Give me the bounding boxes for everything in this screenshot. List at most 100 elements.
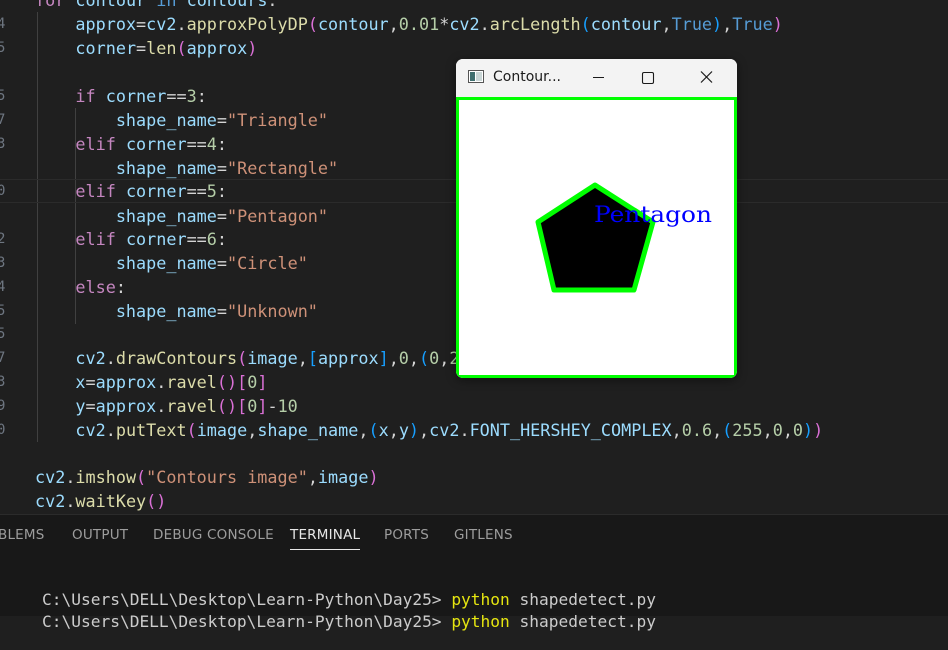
- code-line[interactable]: 5 corner=len(approx): [0, 36, 948, 60]
- code-token: ,: [297, 348, 308, 368]
- code-text: elif corner==6:: [35, 227, 227, 251]
- code-token: cv2: [75, 420, 106, 440]
- minimize-button[interactable]: [576, 59, 622, 97]
- code-token: ): [408, 420, 420, 440]
- code-token: cv2: [146, 14, 177, 34]
- code-token: (: [237, 348, 248, 368]
- code-token: putText: [115, 420, 187, 440]
- panel-tab-terminal[interactable]: TERMINAL: [290, 527, 361, 550]
- code-token: 0: [247, 372, 258, 392]
- line-number: 5: [0, 88, 6, 104]
- code-token: 0: [247, 396, 258, 416]
- line-number: 0: [0, 422, 6, 438]
- panel-tab-debug-console[interactable]: DEBUG CONSOLE: [153, 527, 274, 543]
- code-token: contour: [590, 14, 662, 34]
- panel-tab-gitlens[interactable]: GITLENS: [454, 527, 513, 543]
- code-text: approx=cv2.approxPolyDP(contour,0.01*cv2…: [35, 12, 782, 36]
- code-token: .: [65, 467, 76, 487]
- code-line[interactable]: for contour in contours:: [0, 0, 948, 12]
- code-line[interactable]: 0 cv2.putText(image,shape_name,(x,y),cv2…: [0, 418, 948, 442]
- window-titlebar[interactable]: Contour...: [456, 59, 737, 97]
- bottom-panel: BLEMS OUTPUT DEBUG CONSOLE TERMINAL PORTS GIT…: [0, 514, 948, 631]
- code-token: shape_name: [115, 206, 217, 226]
- code-line[interactable]: 4 approx=cv2.approxPolyDP(contour,0.01*c…: [0, 12, 948, 36]
- code-token: "Rectangle": [226, 158, 339, 178]
- code-line[interactable]: cv2.imshow("Contours image",image): [0, 465, 948, 489]
- panel-tab-output[interactable]: OUTPUT: [72, 527, 128, 543]
- line-number: 0: [0, 183, 6, 199]
- code-token: .: [105, 420, 116, 440]
- code-token: =: [136, 14, 147, 34]
- code-token: (): [146, 491, 167, 511]
- line-number: 4: [0, 279, 6, 295]
- code-token: (: [580, 14, 591, 34]
- pentagon-label: Pentagon: [594, 203, 712, 228]
- code-token: elif: [75, 181, 116, 201]
- code-token: ravel: [166, 396, 217, 416]
- code-line[interactable]: cv2.waitKey(): [0, 489, 948, 513]
- code-token: y: [398, 420, 409, 440]
- code-token: y: [75, 396, 86, 416]
- code-token: .: [176, 14, 187, 34]
- code-token: ,: [388, 348, 399, 368]
- code-token: cv2: [75, 348, 106, 368]
- close-button[interactable]: [683, 59, 729, 97]
- code-token: image: [196, 420, 248, 440]
- terminal-line[interactable]: C:\Users\DELL\Desktop\Learn-Python\Day25…: [3, 593, 656, 650]
- code-token: =: [216, 158, 227, 178]
- code-token: :: [216, 181, 228, 201]
- code-token: (: [722, 420, 733, 440]
- code-token: ==: [166, 86, 187, 106]
- code-token: approxPolyDP: [186, 14, 308, 34]
- code-token: 0: [792, 420, 804, 440]
- code-token: elif: [75, 134, 116, 154]
- window-title: Contour...: [493, 69, 561, 85]
- code-token: (: [186, 420, 197, 440]
- line-number: 5: [0, 326, 6, 342]
- code-token: ,: [408, 348, 420, 368]
- code-token: shape_name: [115, 301, 217, 321]
- code-token: shape_name: [115, 158, 217, 178]
- code-token: 3: [186, 86, 197, 106]
- code-token: .: [459, 420, 470, 440]
- code-token: ): [803, 420, 814, 440]
- code-token: .: [65, 491, 76, 511]
- code-token: else: [75, 277, 116, 297]
- contours-image-window[interactable]: Contour... Pentagon: [456, 59, 737, 378]
- code-token: 5: [206, 181, 217, 201]
- code-token: FONT_HERSHEY_COMPLEX: [469, 420, 672, 440]
- line-number: 7: [0, 350, 6, 366]
- code-text: corner=len(approx): [35, 36, 257, 60]
- code-token: for: [35, 0, 66, 10]
- maximize-button[interactable]: [624, 59, 670, 97]
- panel-tab-blems[interactable]: BLEMS: [0, 527, 45, 543]
- code-token: approx: [95, 372, 157, 392]
- code-token: [: [307, 348, 318, 368]
- line-number: 3: [0, 255, 6, 271]
- code-line[interactable]: 9 y=approx.ravel()[0]-10: [0, 394, 948, 418]
- code-token: 6: [206, 229, 217, 249]
- code-token: :: [115, 277, 126, 297]
- code-token: (): [216, 396, 238, 416]
- code-text: cv2.putText(image,shape_name,(x,y),cv2.F…: [35, 418, 823, 442]
- code-text: if corner==3:: [35, 84, 207, 108]
- code-token: corner: [125, 229, 187, 249]
- code-token: ]: [378, 348, 389, 368]
- code-line[interactable]: [0, 441, 948, 465]
- panel-tab-ports[interactable]: PORTS: [384, 527, 429, 543]
- code-text: shape_name="Triangle": [35, 108, 328, 132]
- code-token: :: [267, 0, 278, 10]
- code-token: True: [671, 14, 713, 34]
- code-token: :: [196, 86, 207, 106]
- code-text: elif corner==5:: [35, 180, 227, 202]
